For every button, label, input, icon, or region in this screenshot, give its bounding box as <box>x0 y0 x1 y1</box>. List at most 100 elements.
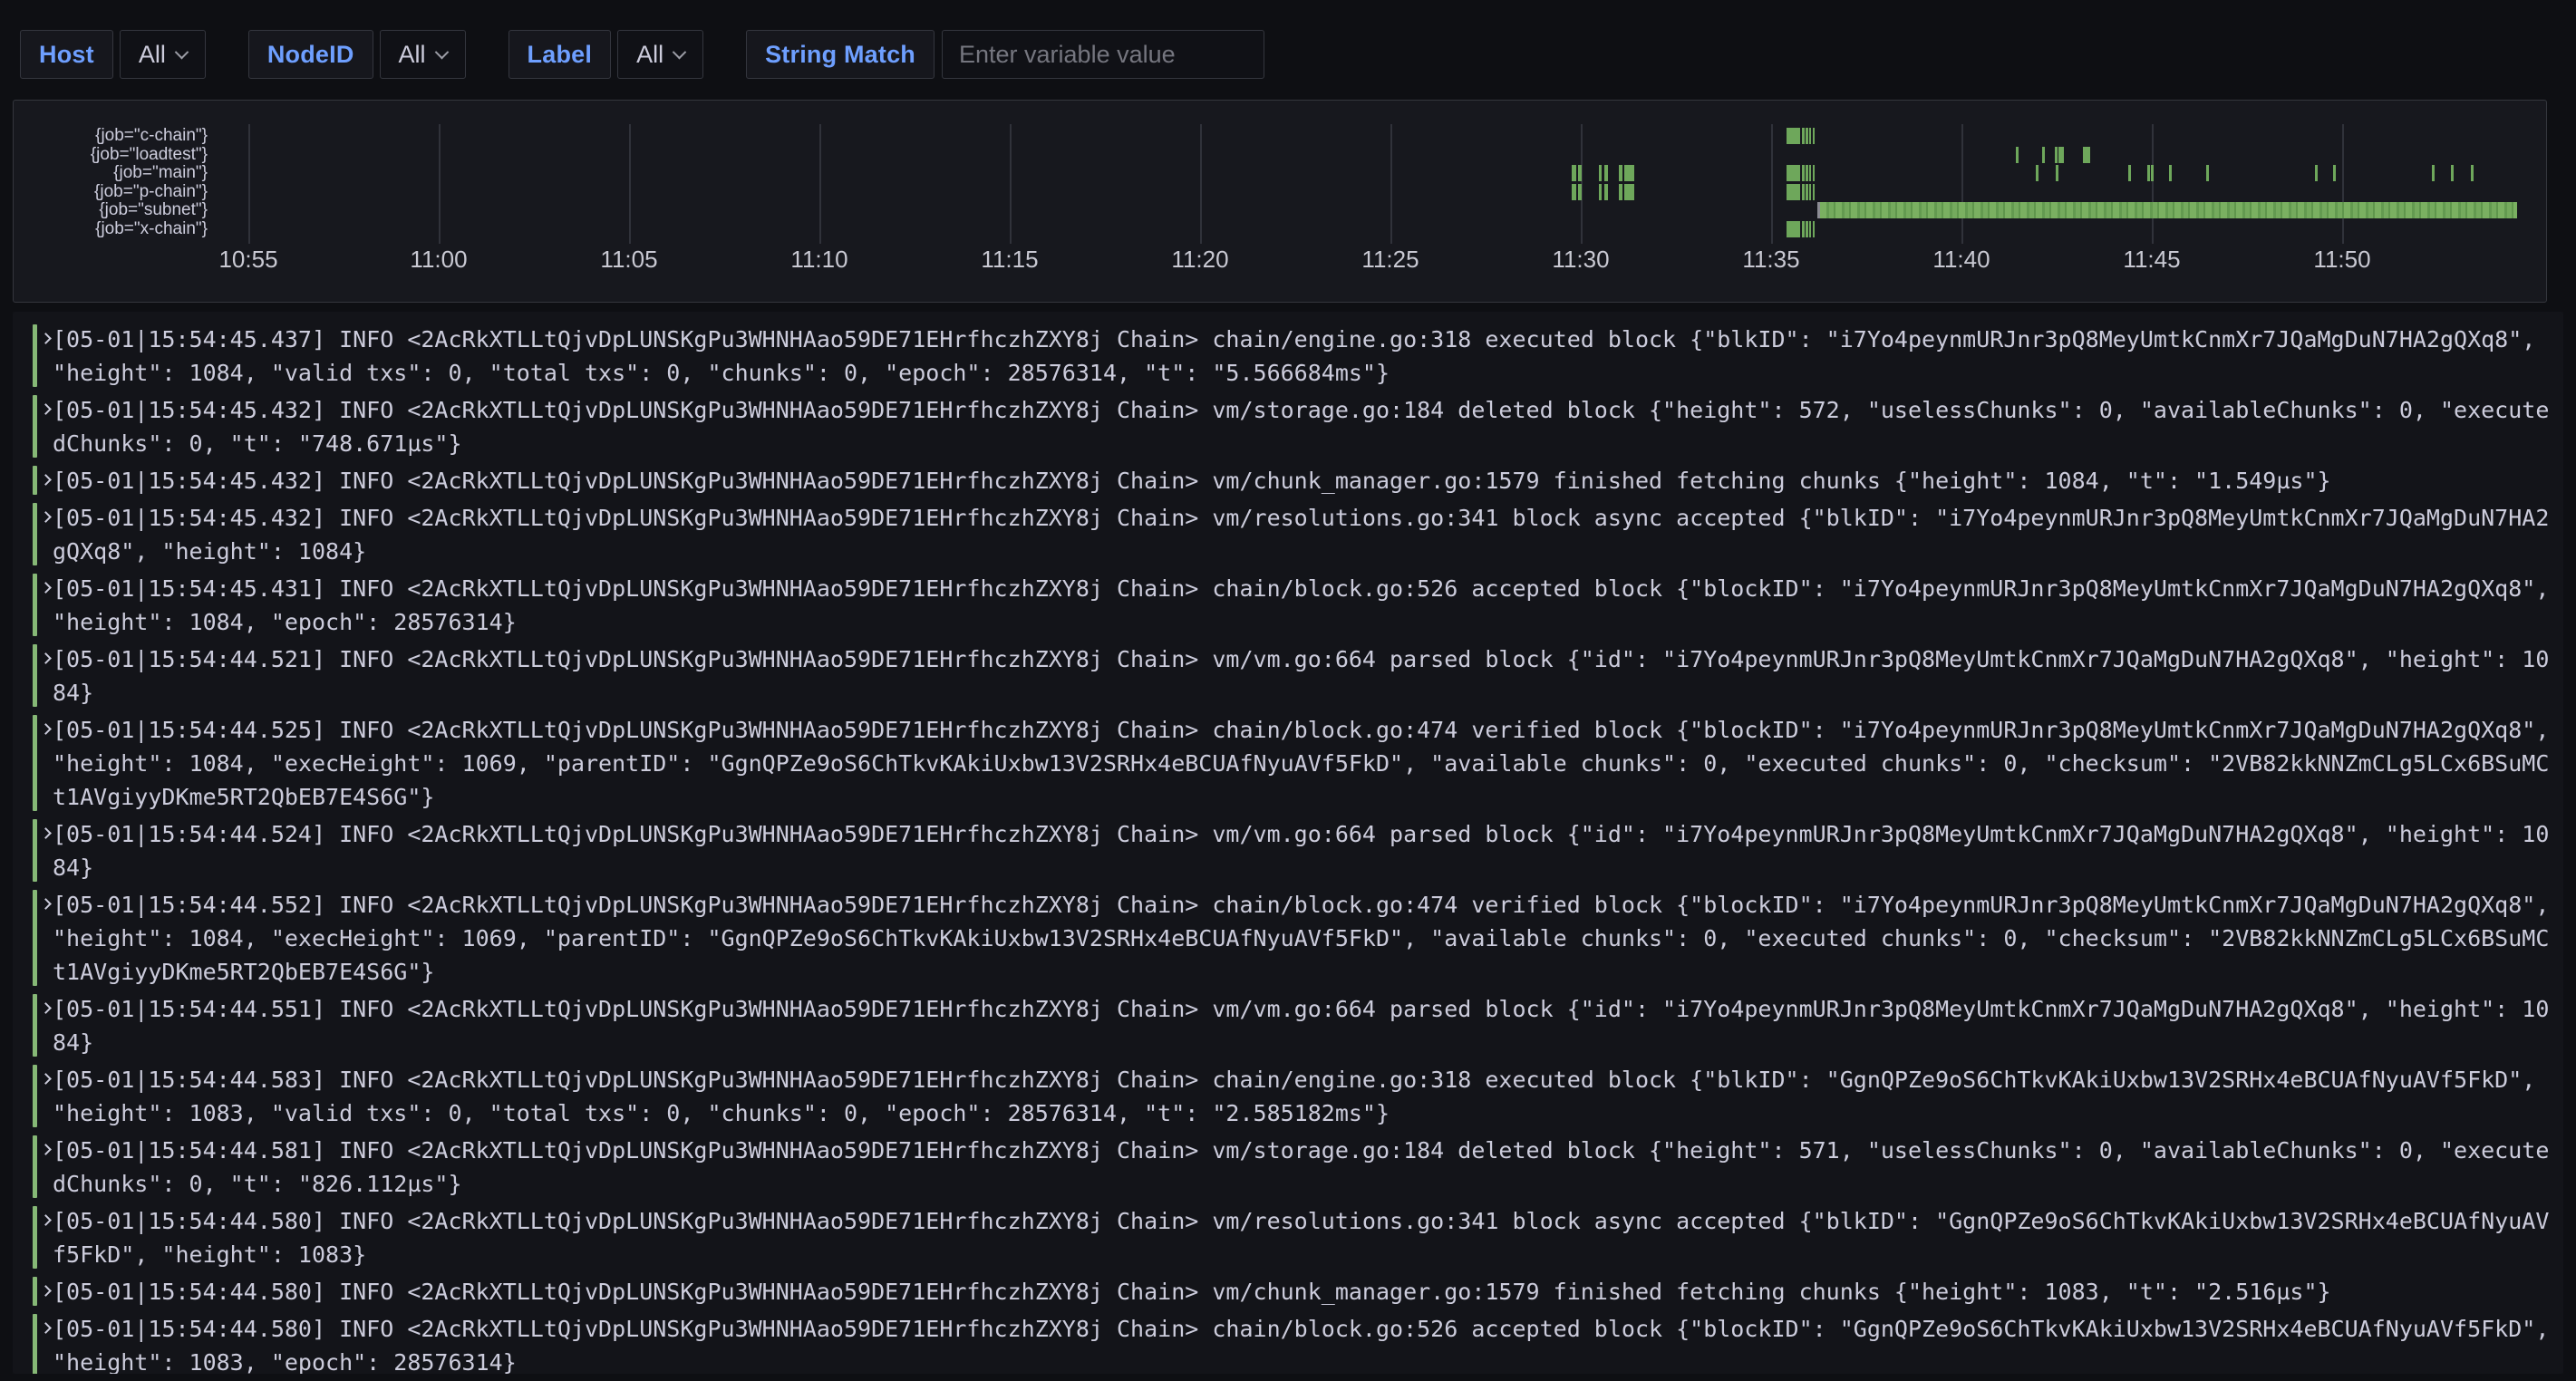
volume-tick <box>1806 221 1808 237</box>
string-match-input[interactable] <box>942 30 1264 79</box>
expand-chevron-icon[interactable] <box>40 1322 52 1334</box>
host-dropdown-value: All <box>139 41 166 69</box>
log-row[interactable]: [05-01|15:54:45.431] INFO <2AcRkXTLLtQjv… <box>13 572 2563 639</box>
log-message: [05-01|15:54:45.431] INFO <2AcRkXTLLtQjv… <box>53 572 2551 639</box>
volume-tick <box>1809 165 1811 181</box>
volume-tick <box>1787 221 1800 237</box>
volume-tick <box>1619 184 1622 200</box>
log-message: [05-01|15:54:45.432] INFO <2AcRkXTLLtQjv… <box>53 501 2551 568</box>
nodeid-label: NodeID <box>248 30 373 79</box>
expand-chevron-icon[interactable] <box>40 1144 52 1155</box>
expand-chevron-icon[interactable] <box>40 1214 52 1226</box>
expand-chevron-icon[interactable] <box>40 474 52 486</box>
log-level-indicator <box>33 1065 37 1127</box>
host-label-text: Host <box>39 41 94 69</box>
axis-tick-label: 11:45 <box>2123 246 2180 274</box>
volume-tick <box>2042 147 2045 163</box>
job-label: {job="loadtest"} <box>12 146 208 164</box>
expand-chevron-icon[interactable] <box>40 511 52 523</box>
log-row[interactable]: [05-01|15:54:44.524] INFO <2AcRkXTLLtQjv… <box>13 817 2563 884</box>
label-label: Label <box>508 30 612 79</box>
expand-chevron-icon[interactable] <box>40 582 52 594</box>
expand-chevron-icon[interactable] <box>40 1002 52 1014</box>
log-row[interactable]: [05-01|15:54:45.432] INFO <2AcRkXTLLtQjv… <box>13 501 2563 568</box>
host-label: Host <box>20 30 113 79</box>
expand-chevron-icon[interactable] <box>40 1285 52 1297</box>
expand-chevron-icon[interactable] <box>40 723 52 735</box>
volume-tick <box>1599 184 1602 200</box>
expand-chevron-icon[interactable] <box>40 898 52 910</box>
x-gridline <box>248 124 250 244</box>
axis-tick-label: 11:20 <box>1171 246 1228 274</box>
volume-tick <box>2471 165 2474 181</box>
log-level-indicator <box>33 644 37 707</box>
expand-chevron-icon[interactable] <box>40 1073 52 1085</box>
x-gridline <box>2342 124 2344 244</box>
job-label: {job="subnet"} <box>12 201 208 219</box>
axis-tick-label: 11:40 <box>1932 246 1990 274</box>
expand-chevron-icon[interactable] <box>40 333 52 344</box>
volume-tick <box>1604 184 1608 200</box>
log-level-indicator <box>33 890 37 986</box>
variable-nodeid: NodeID All <box>248 30 466 79</box>
log-row[interactable]: [05-01|15:54:44.583] INFO <2AcRkXTLLtQjv… <box>13 1063 2563 1130</box>
nodeid-dropdown[interactable]: All <box>380 30 466 79</box>
log-row[interactable]: [05-01|15:54:44.580] INFO <2AcRkXTLLtQjv… <box>13 1312 2563 1374</box>
nodeid-dropdown-value: All <box>399 41 426 69</box>
chevron-down-icon <box>434 44 449 59</box>
log-level-indicator <box>33 1314 37 1374</box>
log-row[interactable]: [05-01|15:54:44.581] INFO <2AcRkXTLLtQjv… <box>13 1134 2563 1201</box>
host-dropdown[interactable]: All <box>120 30 206 79</box>
log-row[interactable]: [05-01|15:54:44.580] INFO <2AcRkXTLLtQjv… <box>13 1204 2563 1271</box>
log-row[interactable]: [05-01|15:54:44.521] INFO <2AcRkXTLLtQjv… <box>13 642 2563 710</box>
log-row[interactable]: [05-01|15:54:44.580] INFO <2AcRkXTLLtQjv… <box>13 1275 2563 1309</box>
label-dropdown-value: All <box>636 41 663 69</box>
volume-tick <box>2451 165 2454 181</box>
volume-tick <box>1809 184 1811 200</box>
log-message: [05-01|15:54:44.524] INFO <2AcRkXTLLtQjv… <box>53 817 2551 884</box>
volume-tick <box>1572 165 1576 181</box>
volume-tick <box>2169 165 2172 181</box>
x-gridline <box>1200 124 1202 244</box>
log-level-indicator <box>33 324 37 387</box>
job-label: {job="c-chain"} <box>12 127 208 145</box>
log-level-indicator <box>33 715 37 811</box>
volume-bar-cap <box>1817 202 1820 218</box>
volume-tick <box>1820 202 2517 218</box>
variables-toolbar: Host All NodeID All Label All <box>20 30 1307 79</box>
log-row[interactable]: [05-01|15:54:45.432] INFO <2AcRkXTLLtQjv… <box>13 464 2563 497</box>
volume-tick <box>2151 165 2154 181</box>
volume-tick <box>1802 128 1805 144</box>
log-row[interactable]: [05-01|15:54:44.552] INFO <2AcRkXTLLtQjv… <box>13 888 2563 989</box>
log-row[interactable]: [05-01|15:54:44.551] INFO <2AcRkXTLLtQjv… <box>13 992 2563 1059</box>
axis-tick-label: 11:00 <box>410 246 467 274</box>
volume-tick <box>2315 165 2318 181</box>
volume-tick <box>1806 128 1808 144</box>
expand-chevron-icon[interactable] <box>40 827 52 839</box>
volume-tick <box>2036 165 2039 181</box>
volume-tick <box>1813 221 1815 237</box>
volume-tick <box>1787 184 1800 200</box>
log-message: [05-01|15:54:44.581] INFO <2AcRkXTLLtQjv… <box>53 1134 2551 1201</box>
volume-tick <box>1813 184 1815 200</box>
log-message: [05-01|15:54:44.580] INFO <2AcRkXTLLtQjv… <box>53 1204 2551 1271</box>
log-row[interactable]: [05-01|15:54:45.432] INFO <2AcRkXTLLtQjv… <box>13 393 2563 460</box>
log-row[interactable]: [05-01|15:54:44.525] INFO <2AcRkXTLLtQjv… <box>13 713 2563 814</box>
volume-tick <box>1604 165 1608 181</box>
volume-tick <box>2055 147 2058 163</box>
expand-chevron-icon[interactable] <box>40 652 52 664</box>
log-message: [05-01|15:54:44.583] INFO <2AcRkXTLLtQjv… <box>53 1063 2551 1130</box>
log-level-indicator <box>33 574 37 636</box>
volume-tick <box>1802 184 1805 200</box>
log-volume-panel: {job="c-chain"}{job="loadtest"}{job="mai… <box>13 100 2547 303</box>
volume-tick <box>1624 165 1634 181</box>
volume-tick <box>1599 165 1602 181</box>
volume-tick <box>1809 128 1811 144</box>
log-row[interactable]: [05-01|15:54:45.437] INFO <2AcRkXTLLtQjv… <box>13 323 2563 390</box>
volume-tick <box>2056 165 2058 181</box>
expand-chevron-icon[interactable] <box>40 403 52 415</box>
volume-tick <box>1802 165 1805 181</box>
label-dropdown[interactable]: All <box>617 30 703 79</box>
log-level-indicator <box>33 395 37 458</box>
log-message: [05-01|15:54:44.521] INFO <2AcRkXTLLtQjv… <box>53 642 2551 710</box>
